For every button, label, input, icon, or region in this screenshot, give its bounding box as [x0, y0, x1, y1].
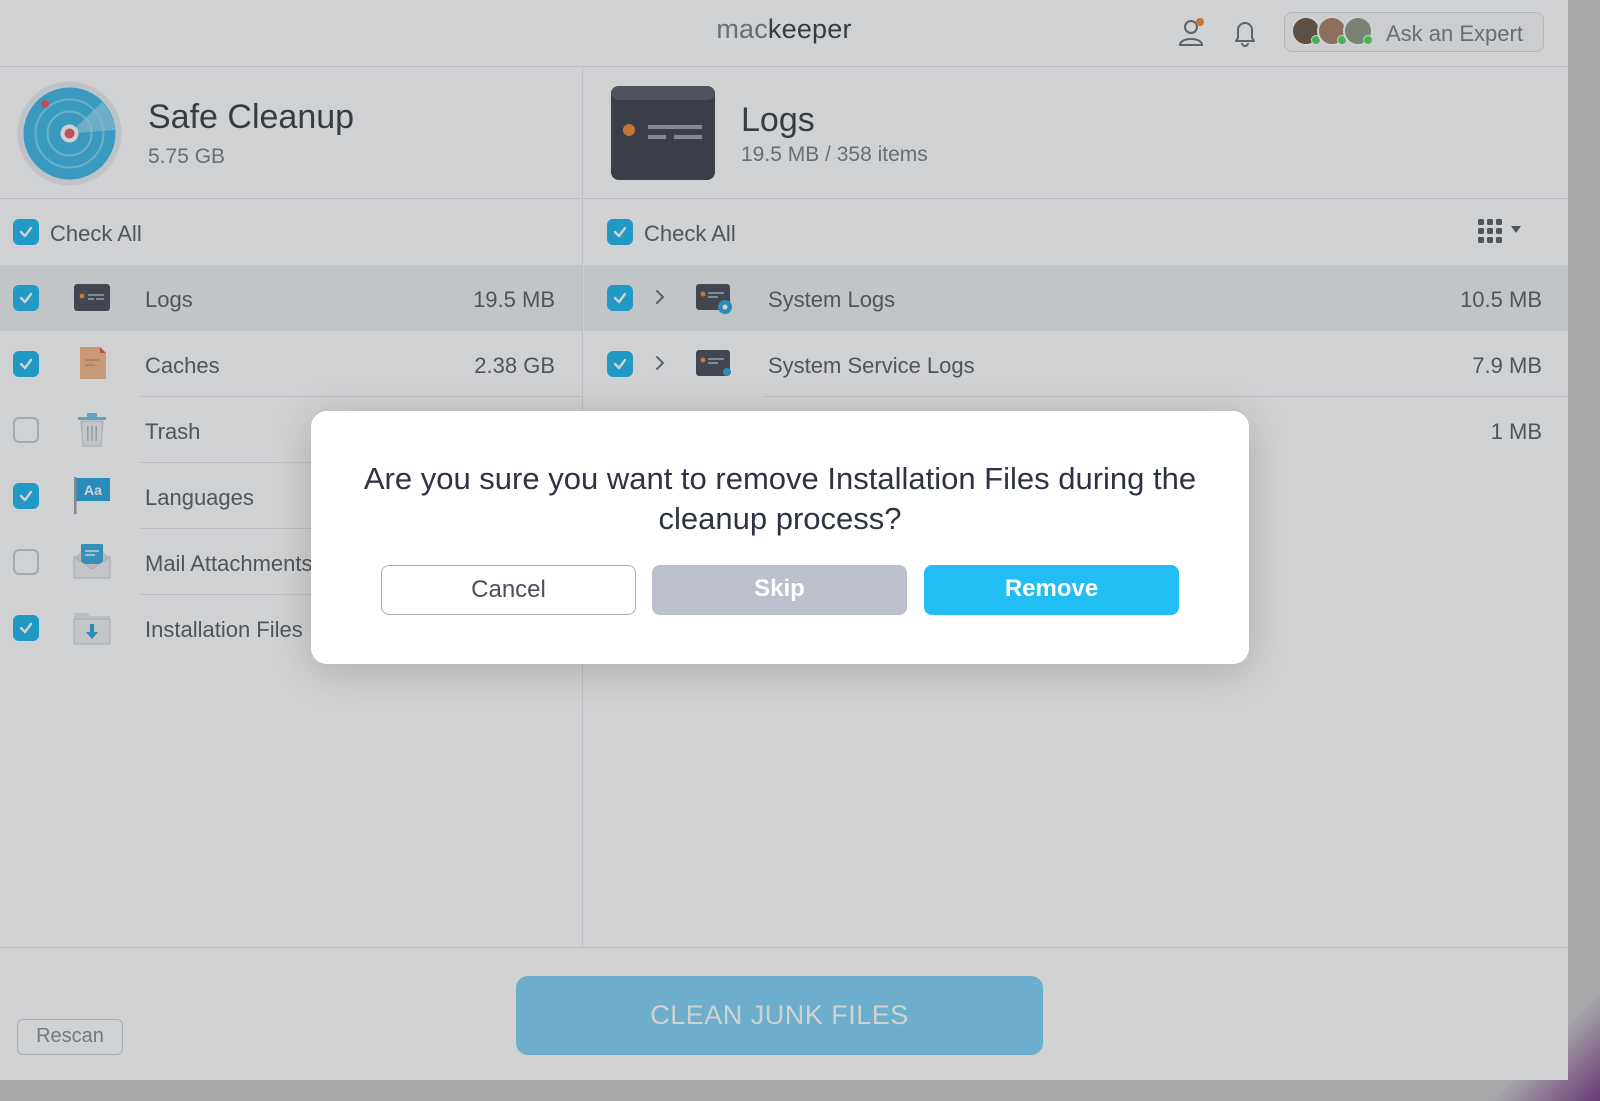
- dialog-message: Are you sure you want to remove Installa…: [363, 461, 1197, 536]
- remove-button[interactable]: Remove: [924, 565, 1179, 615]
- skip-button[interactable]: Skip: [652, 565, 907, 615]
- confirm-remove-dialog: Are you sure you want to remove Installa…: [311, 411, 1249, 664]
- cancel-button[interactable]: Cancel: [381, 565, 636, 615]
